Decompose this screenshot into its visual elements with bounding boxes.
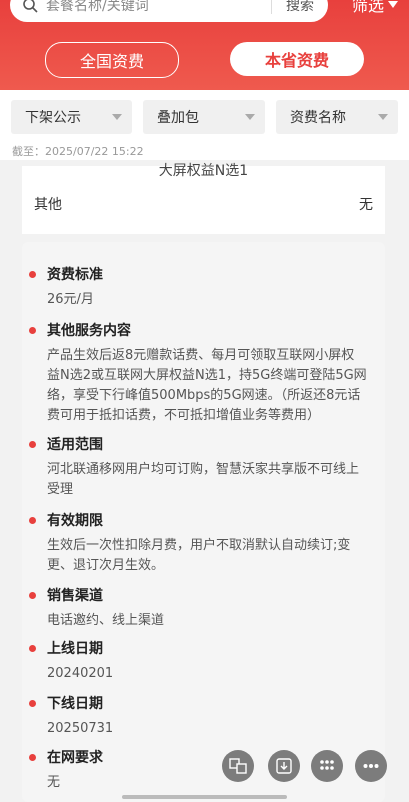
download-button[interactable] [268, 750, 300, 782]
section-body: 产品生效后返8元赠款话费、每月可领取互联网小屏权益N选2或互联网大屏权益N选1，… [47, 348, 367, 423]
bullet-dot-icon [29, 516, 36, 524]
grid-icon [320, 760, 334, 770]
bullet-dot-icon [29, 699, 36, 707]
bullet-dot-icon [29, 591, 36, 599]
dropdown-type[interactable]: 叠加包 [143, 100, 265, 134]
translate-button[interactable] [222, 750, 254, 782]
section-title: 在网要求 [47, 750, 103, 766]
dropdown-label: 叠加包 [157, 110, 199, 126]
detail-section: 其他服务内容产品生效后返8元赠款话费、每月可领取互联网小屏权益N选2或互联网大屏… [29, 320, 367, 426]
dropdown-status[interactable]: 下架公示 [11, 100, 132, 134]
info-card-top: 大屏权益N选1 其他 无 [22, 163, 385, 234]
bullet-dot-icon [29, 326, 36, 334]
detail-card: 资费标准 26元/月 其他服务内容产品生效后返8元赠款话费、每月可领取互联网小屏权… [22, 242, 385, 802]
detail-section: 有效期限生效后一次性扣除月费，用户不取消默认自动续订;变更、退订次月生效。 [29, 510, 367, 576]
section-body: 20250731 [47, 721, 114, 736]
filter-label: 筛选 [352, 0, 385, 15]
search-bar[interactable]: 套餐名称/关键词 搜索 [10, 0, 328, 22]
tab-national-tariff[interactable]: 全国资费 [45, 42, 179, 78]
detail-section: 适用范围河北联通移网用户均可订购，智慧沃家共享版不可线上受理 [29, 434, 367, 500]
bullet-dot-icon [29, 270, 36, 278]
triangle-down-icon [388, 0, 399, 8]
chevron-down-icon [245, 114, 255, 120]
search-icon [23, 0, 38, 13]
dropdown-sort[interactable]: 资费名称 [276, 100, 398, 134]
section-body: 20240201 [47, 666, 114, 681]
section-title: 销售渠道 [47, 588, 103, 604]
more-icon [363, 764, 379, 768]
section-title: 上线日期 [47, 641, 103, 657]
chevron-down-icon [378, 114, 388, 120]
more-button[interactable] [355, 750, 387, 782]
translate-icon [229, 758, 247, 774]
dropdown-label: 资费名称 [290, 110, 346, 126]
other-value: 无 [359, 197, 373, 213]
filter-button[interactable]: 筛选 [352, 0, 399, 16]
section-title: 其他服务内容 [47, 323, 131, 339]
bullet-dot-icon [29, 440, 36, 448]
home-indicator [122, 795, 287, 799]
search-input[interactable]: 套餐名称/关键词 [46, 0, 271, 15]
section-title: 有效期限 [47, 513, 103, 529]
download-icon [276, 758, 292, 774]
bullet-dot-icon [29, 644, 36, 652]
detail-section: 下线日期 20250731 [29, 693, 367, 739]
search-button[interactable]: 搜索 [272, 0, 328, 15]
dropdown-label: 下架公示 [25, 110, 81, 126]
section-title: 资费标准 [47, 267, 103, 283]
detail-section: 上线日期 20240201 [29, 638, 367, 684]
chevron-down-icon [112, 114, 122, 120]
section-title: 适用范围 [47, 437, 103, 453]
other-label: 其他 [34, 197, 62, 213]
section-title: 下线日期 [47, 696, 103, 712]
deadline-text: 截至：2025/07/22 15:22 [12, 145, 144, 158]
section-body: 26元/月 [47, 292, 94, 307]
detail-section: 资费标准 26元/月 [29, 264, 367, 310]
section-body: 电话邀约、线上渠道 [47, 613, 165, 628]
bullet-dot-icon [29, 753, 36, 761]
grid-button[interactable] [311, 750, 343, 782]
section-body: 河北联通移网用户均可订购，智慧沃家共享版不可线上受理 [47, 462, 360, 497]
cut-off-text: 大屏权益N选1 [158, 163, 249, 179]
tab-province-tariff[interactable]: 本省资费 [230, 42, 364, 76]
section-body: 生效后一次性扣除月费，用户不取消默认自动续订;变更、退订次月生效。 [47, 538, 351, 573]
header: 套餐名称/关键词 搜索 筛选 全国资费 本省资费 [0, 0, 409, 90]
detail-section: 销售渠道电话邀约、线上渠道 [29, 585, 367, 631]
